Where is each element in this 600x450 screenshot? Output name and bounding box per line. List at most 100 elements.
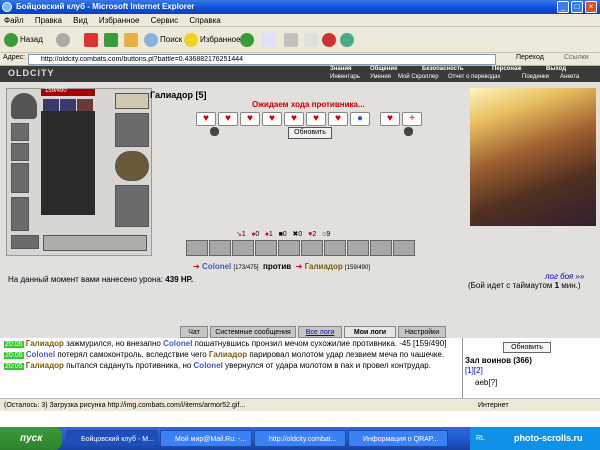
nav-skills[interactable]: Умения — [370, 74, 391, 80]
menu-view[interactable]: Вид — [73, 16, 87, 25]
room-user[interactable]: aeb[?] — [475, 378, 497, 387]
nav-inventory[interactable]: Инвентарь — [330, 74, 360, 80]
start-button[interactable]: пуск — [0, 427, 62, 450]
menu-tools[interactable]: Сервис — [151, 16, 178, 25]
block-zone-orb[interactable]: ● — [350, 112, 370, 126]
address-bar: Адрес: Переход Ссылки — [0, 53, 600, 66]
tab-chat[interactable]: Чат — [180, 326, 208, 338]
task-item[interactable]: http://oldcity.combat... — [254, 430, 346, 447]
edit-button[interactable] — [304, 31, 320, 49]
mail-at-button[interactable] — [322, 31, 338, 49]
site-logo: OLDCITY — [8, 68, 55, 78]
room-pages[interactable]: [1][2] — [465, 366, 483, 375]
nav-scroller[interactable]: Мой Скроллер — [398, 74, 439, 80]
skill-button[interactable] — [209, 240, 231, 256]
menu-edit[interactable]: Правка — [35, 16, 62, 25]
language-indicator[interactable]: RL — [476, 435, 485, 442]
nav-profile[interactable]: Анкета — [560, 74, 579, 80]
skill-button[interactable] — [370, 240, 392, 256]
nav-fights[interactable]: Поединки — [522, 74, 549, 80]
forward-button[interactable] — [56, 31, 72, 49]
waiting-message: Ожидаем хода противника... — [252, 100, 365, 109]
nav-character[interactable]: Персонаж — [492, 66, 522, 72]
back-button[interactable]: Назад — [4, 31, 43, 49]
quick-slots[interactable] — [43, 235, 147, 251]
armor-slot[interactable] — [11, 197, 29, 231]
search-button[interactable]: Поиск — [144, 31, 182, 49]
fighter2-name[interactable]: Галиадор — [305, 262, 343, 271]
boots-slot[interactable] — [115, 185, 149, 227]
attack-zone-heart[interactable]: ♥ — [284, 112, 304, 126]
close-button[interactable]: × — [585, 1, 597, 13]
tab-my-logs[interactable]: Мои логи — [344, 326, 396, 338]
tab-settings[interactable]: Настройки — [398, 326, 446, 338]
weapon-slot[interactable] — [11, 163, 29, 193]
gloves-slot[interactable] — [115, 113, 149, 147]
skill-button[interactable] — [255, 240, 277, 256]
search-icon — [144, 32, 158, 47]
belt-slot[interactable] — [11, 235, 39, 249]
minimize-button[interactable]: _ — [557, 1, 569, 13]
nav-communication[interactable]: Общение — [370, 66, 397, 72]
task-item[interactable]: Бойцовский клуб - M... — [66, 430, 158, 447]
skill-button[interactable] — [347, 240, 369, 256]
skill-button[interactable] — [186, 240, 208, 256]
favorites-button[interactable]: Избранное — [184, 31, 241, 49]
room-panel: Обновить Зал воинов (366) [1][2] aeb[?] — [462, 338, 600, 398]
attack-zone-heart[interactable]: ♥ — [262, 112, 282, 126]
refresh-battle-button[interactable]: Обновить — [288, 127, 332, 139]
skill-button[interactable] — [324, 240, 346, 256]
refresh-page-button[interactable] — [104, 31, 120, 49]
print-button[interactable] — [284, 31, 300, 49]
helmet-slot[interactable] — [11, 93, 37, 119]
fighter1-hp: [173/475] — [233, 265, 259, 271]
attack-zone-heart[interactable]: ♥ — [328, 112, 348, 126]
menu-favorites[interactable]: Избранное — [99, 16, 140, 25]
amulet-slot[interactable] — [11, 143, 29, 161]
go-button[interactable]: Переход — [516, 54, 544, 61]
stop-button[interactable] — [84, 31, 100, 49]
zone-label: Интернет — [478, 402, 509, 409]
tab-all-logs[interactable]: Все логи — [298, 326, 342, 338]
nav-security[interactable]: Безопасность — [422, 66, 464, 72]
skill-button[interactable] — [301, 240, 323, 256]
history-button[interactable] — [240, 31, 256, 49]
refresh-room-button[interactable]: Обновить — [503, 342, 551, 353]
messenger-button[interactable] — [340, 31, 356, 49]
skill-button[interactable] — [232, 240, 254, 256]
links-label[interactable]: Ссылки — [564, 54, 589, 61]
mail-button[interactable] — [262, 31, 278, 49]
menu-file[interactable]: Файл — [4, 16, 24, 25]
battle-log-link[interactable]: лог боя »» — [545, 272, 584, 281]
attack-zone-heart[interactable]: ♥ — [240, 112, 260, 126]
menu-help[interactable]: Справка — [189, 16, 220, 25]
room-title: Зал воинов (366) — [465, 356, 532, 365]
skill-button[interactable] — [393, 240, 415, 256]
nav-knowledge[interactable]: Знания — [330, 66, 352, 72]
skills-bar — [186, 240, 436, 256]
back-arrow-icon — [4, 32, 18, 47]
tab-system[interactable]: Системные сообщения — [210, 326, 296, 338]
nav-transfers[interactable]: Отчет о переводах — [448, 74, 501, 80]
home-button[interactable] — [124, 31, 140, 49]
chat-line: 20:05 Галиадор пытался садануть противни… — [4, 361, 431, 370]
task-item[interactable]: Информация о QRAP... — [348, 430, 448, 447]
add-zone-plus[interactable]: + — [402, 112, 422, 126]
character-panel: 159/490 — [6, 88, 152, 256]
url-input[interactable] — [28, 54, 496, 65]
nav-exit[interactable]: Выход — [546, 66, 566, 72]
stop-icon — [84, 32, 98, 47]
earring-slot[interactable] — [11, 123, 29, 141]
fighter1-name[interactable]: Colonel — [202, 262, 231, 271]
shield-slot[interactable] — [115, 151, 149, 181]
attack-zone-heart[interactable]: ♥ — [196, 112, 216, 126]
battle-scene-image — [470, 88, 596, 226]
game-page: OLDCITY Знания Общение Безопасность Перс… — [0, 66, 600, 410]
attack-zone-heart[interactable]: ♥ — [218, 112, 238, 126]
attack-zone-heart[interactable]: ♥ — [306, 112, 326, 126]
attack-zone-heart[interactable]: ♥ — [380, 112, 400, 126]
skill-button[interactable] — [278, 240, 300, 256]
maximize-button[interactable]: □ — [571, 1, 583, 13]
crown-icon — [115, 93, 149, 109]
task-item[interactable]: Мой мир@Mail.Ru: -... — [160, 430, 252, 447]
